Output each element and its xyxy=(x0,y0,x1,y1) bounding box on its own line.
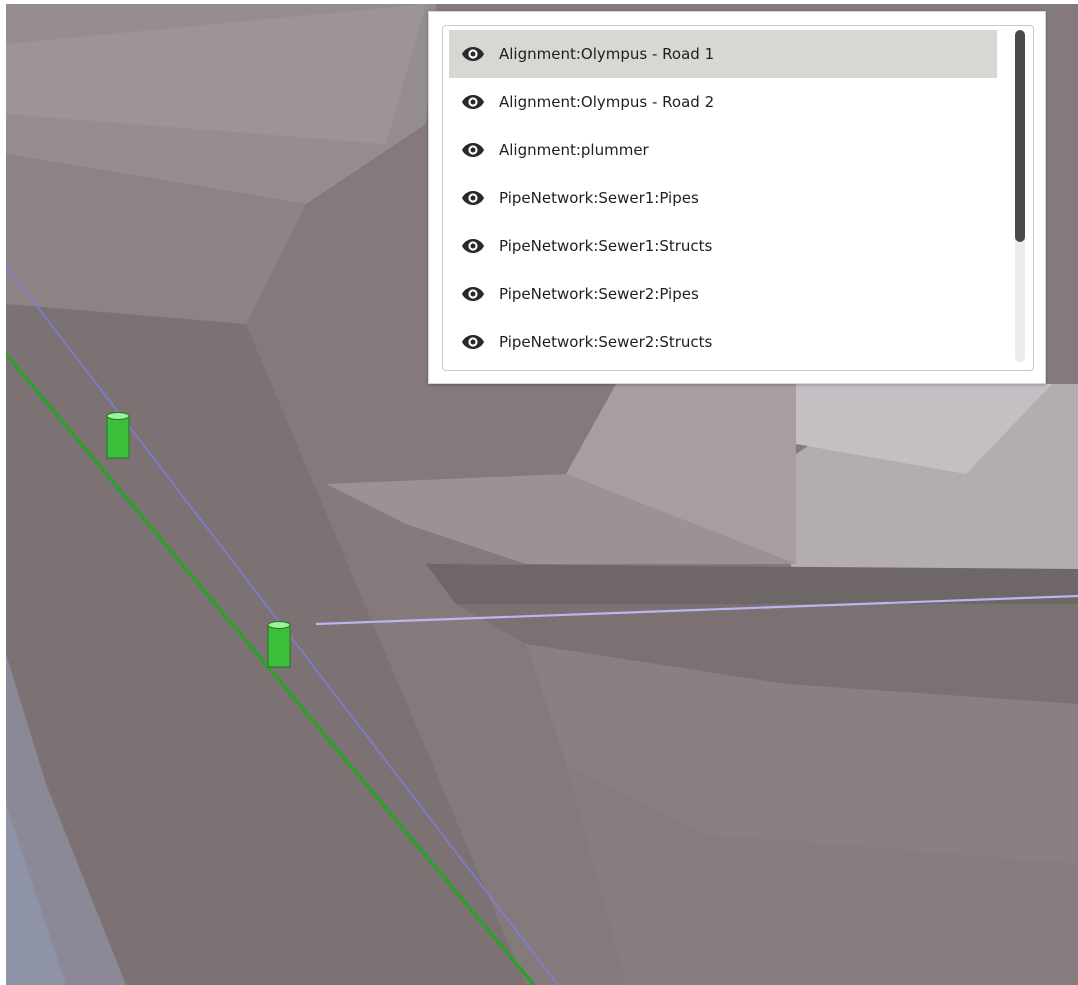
eye-icon[interactable] xyxy=(461,282,485,306)
scrollbar[interactable] xyxy=(1015,30,1025,362)
layer-label: PipeNetwork:Sewer2:Structs xyxy=(499,333,713,351)
layer-list-item-4[interactable]: PipeNetwork:Sewer1:Structs xyxy=(449,222,997,270)
layer-label: PipeNetwork:Sewer1:Pipes xyxy=(499,189,699,207)
sewer-structure[interactable] xyxy=(267,621,291,668)
sewer-structure[interactable] xyxy=(106,412,130,459)
scrollbar-thumb[interactable] xyxy=(1015,30,1025,242)
layer-list-item-0[interactable]: Alignment:Olympus - Road 1 xyxy=(449,30,997,78)
eye-icon[interactable] xyxy=(461,138,485,162)
layer-list-item-3[interactable]: PipeNetwork:Sewer1:Pipes xyxy=(449,174,997,222)
layer-list[interactable]: Alignment:Olympus - Road 1 Alignment:Oly… xyxy=(442,25,1034,371)
eye-icon[interactable] xyxy=(461,42,485,66)
layer-label: PipeNetwork:Sewer2:Pipes xyxy=(499,285,699,303)
terrain-facet xyxy=(426,564,1078,604)
layer-list-item-5[interactable]: PipeNetwork:Sewer2:Pipes xyxy=(449,270,997,318)
layer-visibility-panel: Alignment:Olympus - Road 1 Alignment:Oly… xyxy=(428,11,1046,384)
layer-label: Alignment:plummer xyxy=(499,141,649,159)
layer-list-item-1[interactable]: Alignment:Olympus - Road 2 xyxy=(449,78,997,126)
eye-icon[interactable] xyxy=(461,234,485,258)
eye-icon[interactable] xyxy=(461,186,485,210)
layer-label: Alignment:Olympus - Road 2 xyxy=(499,93,715,111)
layer-list-item-2[interactable]: Alignment:plummer xyxy=(449,126,997,174)
eye-icon[interactable] xyxy=(461,330,485,354)
eye-icon[interactable] xyxy=(461,90,485,114)
layer-label: PipeNetwork:Sewer1:Structs xyxy=(499,237,713,255)
layer-label: Alignment:Olympus - Road 1 xyxy=(499,45,715,63)
layer-list-item-6[interactable]: PipeNetwork:Sewer2:Structs xyxy=(449,318,997,366)
